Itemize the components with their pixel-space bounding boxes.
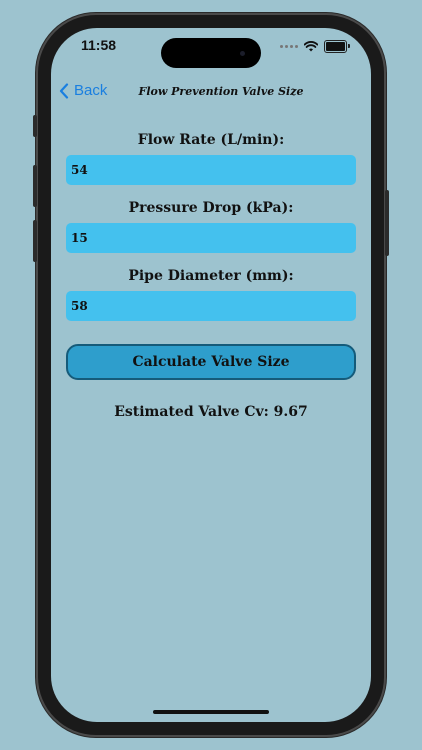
flow-rate-input[interactable]: 54 xyxy=(66,155,356,185)
calculate-valve-size-button[interactable]: Calculate Valve Size xyxy=(66,344,356,380)
pipe-diameter-input[interactable]: 58 xyxy=(66,291,356,321)
flow-rate-label: Flow Rate (L/min): xyxy=(137,132,285,148)
power-button xyxy=(385,190,389,256)
pressure-drop-label: Pressure Drop (kPa): xyxy=(128,200,294,216)
status-time: 11:58 xyxy=(81,37,117,53)
silent-switch xyxy=(33,115,37,137)
home-indicator[interactable] xyxy=(153,710,269,714)
signal-dots-icon xyxy=(280,45,298,48)
result-text: Estimated Valve Cv: 9.67 xyxy=(114,404,308,420)
pressure-drop-input[interactable]: 15 xyxy=(66,223,356,253)
status-bar: 11:58 xyxy=(51,28,371,68)
phone-frame: 11:58 Back Flow Prevention Valve Size Fl… xyxy=(33,15,389,735)
status-icons xyxy=(280,40,350,53)
navigation-bar: Back Flow Prevention Valve Size xyxy=(51,80,371,108)
volume-up-button xyxy=(33,165,37,207)
volume-down-button xyxy=(33,220,37,262)
dynamic-island xyxy=(161,38,261,68)
wifi-icon xyxy=(304,41,318,52)
screen: 11:58 Back Flow Prevention Valve Size Fl… xyxy=(51,28,371,722)
camera-lens xyxy=(240,51,245,56)
battery-icon xyxy=(324,40,350,53)
page-title: Flow Prevention Valve Size xyxy=(138,85,304,98)
pipe-diameter-label: Pipe Diameter (mm): xyxy=(128,268,294,284)
